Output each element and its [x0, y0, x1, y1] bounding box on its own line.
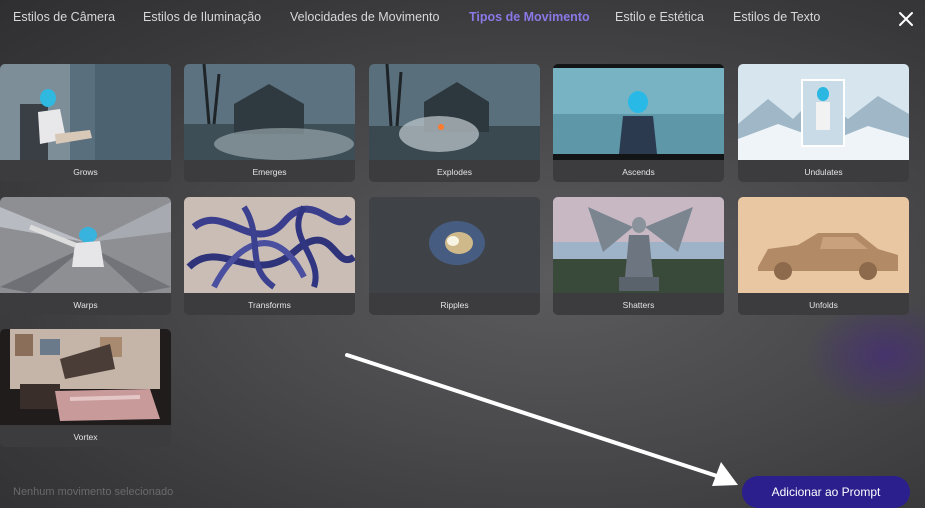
tab-motion-types[interactable]: Tipos de Movimento	[469, 10, 590, 24]
grows-thumbnail	[0, 64, 171, 160]
motion-card-explodes[interactable]: Explodes	[369, 64, 540, 182]
card-label: Emerges	[252, 167, 287, 177]
ascends-thumbnail	[553, 64, 724, 160]
card-label: Undulates	[804, 167, 843, 177]
card-label: Explodes	[437, 167, 472, 177]
selection-status: Nenhum movimento selecionado	[13, 486, 174, 498]
motion-card-ascends[interactable]: Ascends	[553, 64, 724, 182]
unfolds-thumbnail	[738, 197, 909, 293]
motion-card-warps[interactable]: Warps	[0, 197, 171, 315]
category-tabs: Estilos de Câmera Estilos de Iluminação …	[0, 0, 925, 36]
transforms-thumbnail	[184, 197, 355, 293]
close-icon[interactable]	[897, 10, 915, 28]
card-label: Grows	[73, 167, 98, 177]
card-label: Transforms	[248, 300, 291, 310]
emerges-thumbnail	[184, 64, 355, 160]
tab-motion-speeds[interactable]: Velocidades de Movimento	[290, 10, 439, 24]
shatters-thumbnail	[553, 197, 724, 293]
motion-card-transforms[interactable]: Transforms	[184, 197, 355, 315]
add-to-prompt-button[interactable]: Adicionar ao Prompt	[742, 476, 910, 508]
vortex-thumbnail	[0, 329, 171, 425]
warps-thumbnail	[0, 197, 171, 293]
undulates-thumbnail	[738, 64, 909, 160]
motion-card-undulates[interactable]: Undulates	[738, 64, 909, 182]
background-glow	[805, 300, 925, 410]
card-label: Warps	[73, 300, 98, 310]
card-label: Unfolds	[809, 300, 838, 310]
explodes-thumbnail	[369, 64, 540, 160]
tab-style-aesthetics[interactable]: Estilo e Estética	[615, 10, 704, 24]
motion-card-emerges[interactable]: Emerges	[184, 64, 355, 182]
motion-card-grows[interactable]: Grows	[0, 64, 171, 182]
card-label: Vortex	[73, 432, 98, 442]
card-label: Shatters	[622, 300, 655, 310]
motion-card-ripples[interactable]: Ripples	[369, 197, 540, 315]
ripples-thumbnail	[369, 197, 540, 293]
card-label: Ripples	[440, 300, 469, 310]
motion-card-shatters[interactable]: Shatters	[553, 197, 724, 315]
tab-camera-styles[interactable]: Estilos de Câmera	[13, 10, 115, 24]
tab-lighting-styles[interactable]: Estilos de Iluminação	[143, 10, 261, 24]
motion-card-unfolds[interactable]: Unfolds	[738, 197, 909, 315]
motion-card-vortex[interactable]: Vortex	[0, 329, 171, 447]
card-label: Ascends	[622, 167, 655, 177]
tab-text-styles[interactable]: Estilos de Texto	[733, 10, 820, 24]
